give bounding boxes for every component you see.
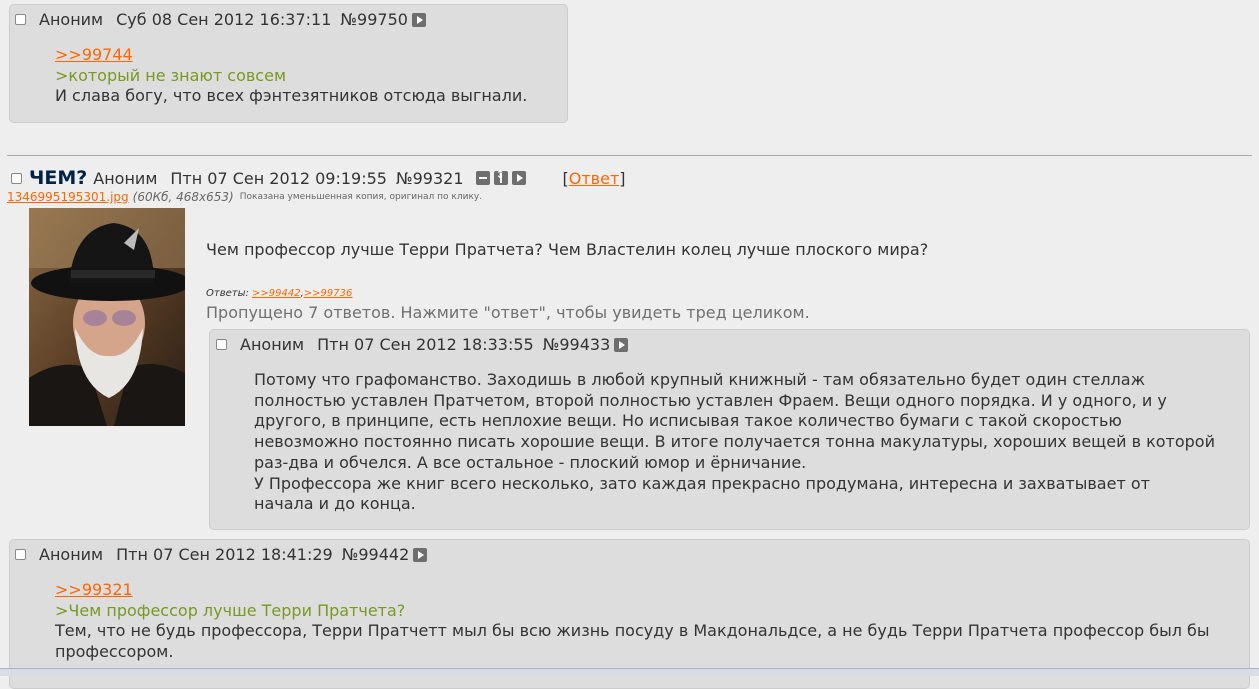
post-text-line: Тем, что не будь профессора, Терри Пратч… bbox=[55, 621, 1210, 641]
reply-link[interactable]: >>99321 bbox=[55, 580, 1210, 601]
greentext-quote: >который не знают совсем bbox=[55, 65, 287, 85]
expand-icon[interactable] bbox=[511, 171, 526, 185]
post-number[interactable]: №99433 bbox=[543, 335, 611, 354]
file-info: 1346995195301.jpg (60Кб, 468x653) Показа… bbox=[7, 190, 482, 204]
select-checkbox[interactable] bbox=[15, 14, 26, 25]
reply-button-label[interactable]: Ответ bbox=[569, 169, 620, 188]
op-text: Чем профессор лучше Терри Пратчета? Чем … bbox=[206, 240, 929, 259]
poster-name: Аноним bbox=[93, 168, 158, 188]
poster-name: Аноним bbox=[240, 335, 305, 354]
greentext-quote: >Чем профессор лучше Терри Пратчета? bbox=[55, 600, 406, 620]
post-number[interactable]: №99750 bbox=[340, 10, 408, 29]
select-checkbox[interactable] bbox=[216, 339, 227, 350]
thread-subject: ЧЕМ? bbox=[29, 167, 88, 189]
reply-link[interactable]: >>99744 bbox=[55, 45, 527, 66]
poster-name: Аноним bbox=[39, 10, 104, 29]
reply-bracket-close: ] bbox=[619, 168, 626, 188]
post-date: Птн 07 Сен 2012 18:41:29 bbox=[116, 545, 333, 564]
reply-post-99433: Аноним Птн 07 Сен 2012 18:33:55 №99433 П… bbox=[209, 329, 1250, 530]
post-text-line: невозможно постоянно писать хорошие вещи… bbox=[254, 432, 1215, 452]
op-header: ЧЕМ? Аноним Птн 07 Сен 2012 09:19:55 №99… bbox=[11, 167, 626, 189]
file-note: Показана уменьшенная копия, оригинал по … bbox=[239, 192, 483, 202]
reply-button[interactable]: [Ответ] bbox=[563, 169, 626, 188]
hide-thread-icon[interactable] bbox=[475, 171, 490, 185]
reply-link[interactable]: >>99442 bbox=[252, 288, 301, 299]
reply-post-99442: Аноним Птн 07 Сен 2012 18:41:29 №99442 >… bbox=[9, 539, 1250, 689]
post-number[interactable]: №99321 bbox=[396, 169, 464, 188]
post-header: Аноним Суб 08 Сен 2012 16:37:11 №99750 bbox=[15, 10, 426, 29]
post-text-line: профессором. bbox=[55, 642, 174, 662]
select-checkbox[interactable] bbox=[15, 549, 26, 560]
file-link[interactable]: 1346995195301.jpg bbox=[7, 190, 129, 204]
post-body: >>99744 >который не знают совсем И слава… bbox=[55, 45, 527, 107]
post-text-line: Потому что графоманство. Заходишь в любо… bbox=[254, 370, 1145, 389]
post-date: Птн 07 Сен 2012 18:33:55 bbox=[317, 335, 534, 354]
post-text-line: полностью уставлен Пратчетом, второй пол… bbox=[254, 390, 1167, 410]
replies-list: Ответы: >>99442,>>99736 bbox=[206, 288, 352, 299]
reply-post-99750: Аноним Суб 08 Сен 2012 16:37:11 №99750 >… bbox=[9, 4, 568, 123]
omitted-notice: Пропущено 7 ответов. Нажмите "ответ", чт… bbox=[206, 303, 810, 322]
expand-icon[interactable] bbox=[411, 12, 426, 27]
post-number[interactable]: №99442 bbox=[342, 545, 410, 564]
post-text-line: начала и до конца. bbox=[254, 494, 416, 514]
post-header: Аноним Птн 07 Сен 2012 18:33:55 №99433 bbox=[216, 335, 629, 354]
post-text-line: другого, в принципе, есть неплохие вещи.… bbox=[254, 411, 1122, 431]
thread-image[interactable] bbox=[29, 208, 185, 426]
post-body: Потому что графоманство. Заходишь в любо… bbox=[254, 370, 1215, 515]
post-text-line: раз-два и обчелся. А все остальное - пло… bbox=[254, 452, 807, 472]
collapse-icon[interactable] bbox=[493, 168, 508, 185]
post-date: Суб 08 Сен 2012 16:37:11 bbox=[116, 10, 332, 29]
expand-icon[interactable] bbox=[614, 337, 629, 352]
expand-icon[interactable] bbox=[413, 547, 428, 562]
post-text-line: У Профессора же книг всего несколько, за… bbox=[254, 473, 1150, 493]
post-date: Птн 07 Сен 2012 09:19:55 bbox=[170, 168, 387, 188]
reply-link[interactable]: >>99736 bbox=[304, 288, 353, 299]
post-body: >>99321 >Чем профессор лучше Терри Пратч… bbox=[55, 580, 1210, 663]
post-text: И слава богу, что всех фэнтезятников отс… bbox=[55, 86, 528, 106]
file-meta: (60Кб, 468x653) bbox=[132, 190, 234, 204]
replies-label: Ответы: bbox=[206, 288, 249, 299]
portrait-image bbox=[29, 208, 185, 426]
thread-divider bbox=[7, 155, 1252, 156]
select-checkbox[interactable] bbox=[11, 172, 22, 184]
post-header: Аноним Птн 07 Сен 2012 18:41:29 №99442 bbox=[15, 545, 428, 564]
poster-name: Аноним bbox=[39, 545, 104, 564]
